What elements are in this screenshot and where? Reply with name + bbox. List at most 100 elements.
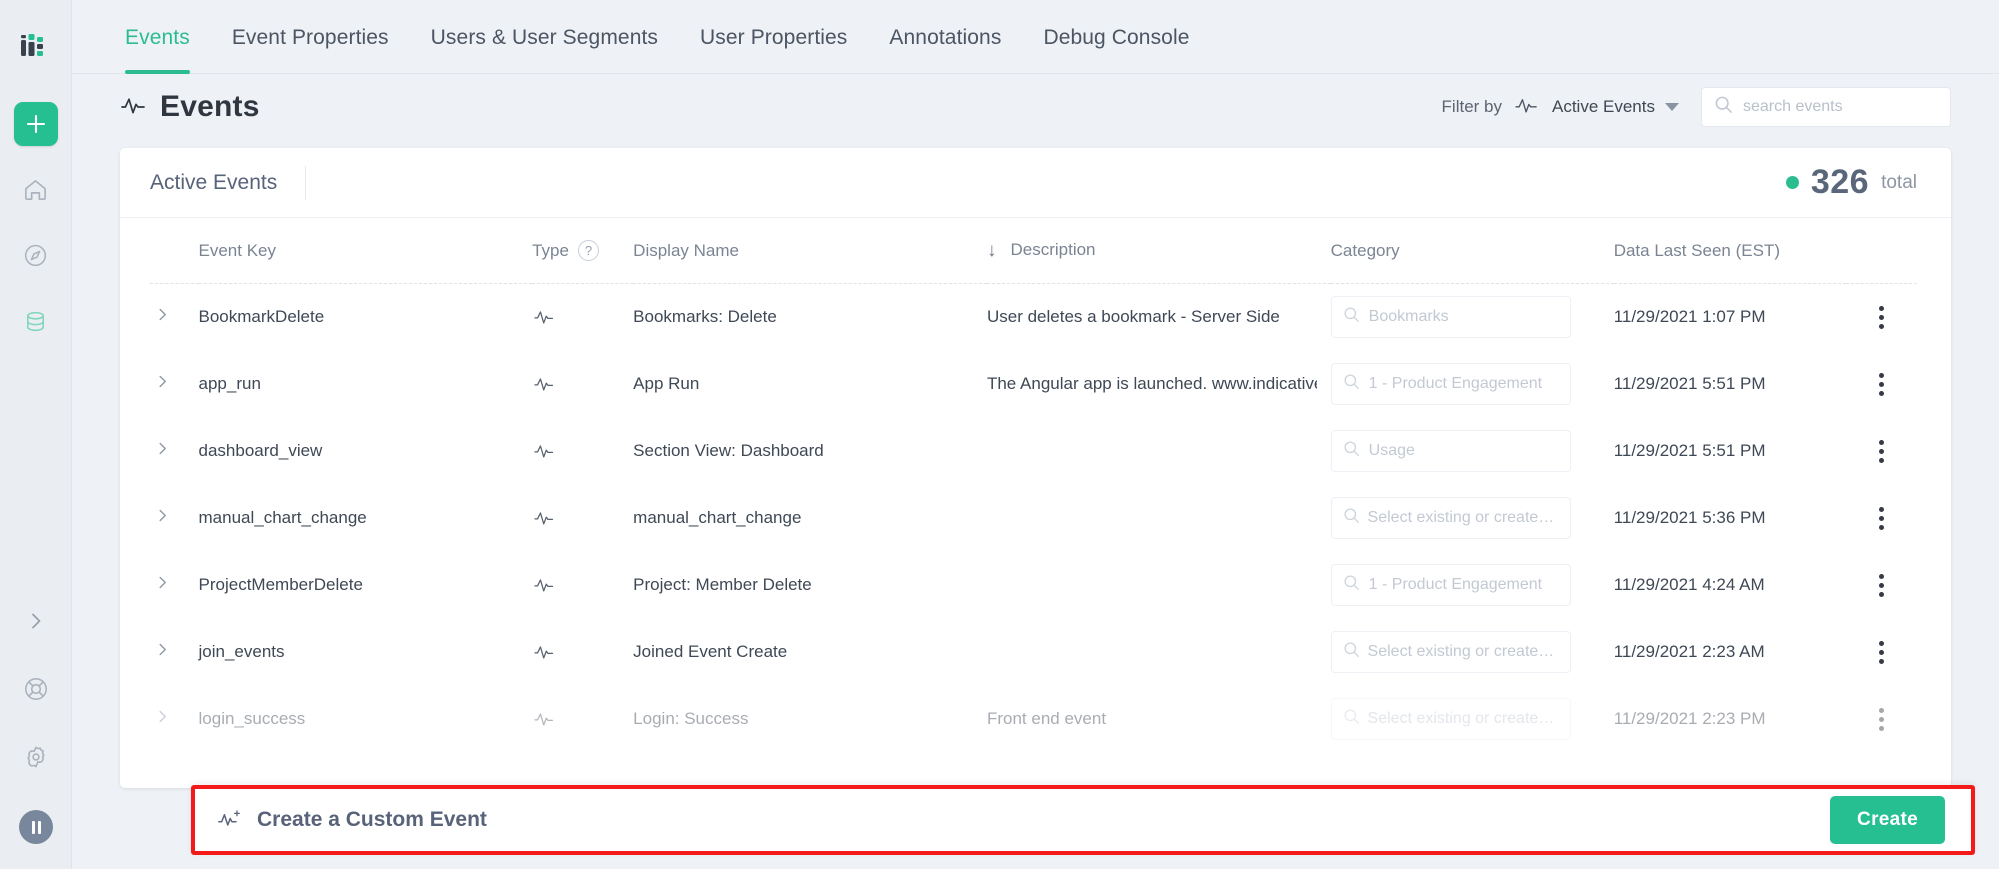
help-icon[interactable]: ? <box>577 240 599 261</box>
row-category-cell[interactable]: 1 - Product Engagement <box>1330 552 1614 619</box>
search-input[interactable] <box>1743 98 1938 116</box>
filter-value-dropdown[interactable]: Active Events <box>1552 97 1679 117</box>
row-category-cell[interactable]: 1 - Product Engagement <box>1330 351 1614 418</box>
th-data-last-seen[interactable]: Data Last Seen (EST) <box>1613 218 1847 284</box>
table-row[interactable]: app_run App Run The Angular app is launche… <box>150 351 1917 418</box>
category-input[interactable]: Bookmarks <box>1330 296 1571 339</box>
search-events-box[interactable] <box>1701 87 1951 127</box>
chevron-right-icon[interactable] <box>150 440 171 462</box>
row-actions-cell[interactable] <box>1846 284 1917 351</box>
row-actions-cell[interactable] <box>1846 619 1917 686</box>
chevron-right-icon[interactable] <box>150 306 171 328</box>
th-description[interactable]: ↓ Description <box>986 218 1331 284</box>
events-table-scroll[interactable]: Event Key Type ? Display Name ↓ Descript… <box>120 218 1951 788</box>
row-category-cell[interactable]: Select existing or create new <box>1330 485 1614 552</box>
tab-event-properties[interactable]: Event Properties <box>211 0 410 74</box>
sidebar-item-expand[interactable] <box>16 603 56 643</box>
tab-debug-console[interactable]: Debug Console <box>1022 0 1210 74</box>
search-icon <box>1343 440 1360 462</box>
category-input[interactable]: Select existing or create new <box>1330 698 1571 740</box>
th-category[interactable]: Category <box>1330 218 1614 284</box>
row-actions-cell[interactable] <box>1846 552 1917 619</box>
data-last-seen-value: 11/29/2021 1:07 PM <box>1613 307 1766 327</box>
table-row[interactable]: ProjectMemberDelete Project: Member Delet… <box>150 552 1917 619</box>
category-input[interactable]: Select existing or create new <box>1330 497 1571 539</box>
home-icon <box>22 176 49 208</box>
table-row[interactable]: dashboard_view Section View: Dashboard Usa… <box>150 418 1917 485</box>
th-event-key[interactable]: Event Key <box>198 218 533 284</box>
kebab-menu-icon[interactable] <box>1846 506 1917 530</box>
display-name-value: Login: Success <box>633 709 749 728</box>
chevron-right-icon[interactable] <box>150 641 171 663</box>
total-label: total <box>1881 171 1917 193</box>
row-actions-cell[interactable] <box>1846 418 1917 485</box>
row-data-last-seen-cell: 11/29/2021 2:23 AM <box>1614 619 1847 686</box>
table-row[interactable]: join_events Joined Event Create Select exi… <box>150 619 1917 686</box>
row-expand-cell[interactable] <box>150 485 199 552</box>
row-expand-cell[interactable] <box>150 686 199 753</box>
sidebar-item-data[interactable] <box>16 304 56 344</box>
table-row[interactable]: manual_chart_change manual_chart_change Se… <box>150 485 1917 552</box>
tab-annotations[interactable]: Annotations <box>868 0 1022 74</box>
table-row[interactable]: BookmarkDelete Bookmarks: Delete User dele… <box>150 284 1917 351</box>
tab-events[interactable]: Events <box>104 0 211 74</box>
row-expand-cell[interactable] <box>150 418 199 485</box>
active-events-label: Active Events <box>150 165 307 200</box>
row-expand-cell[interactable] <box>150 351 199 418</box>
kebab-menu-icon[interactable] <box>1846 439 1917 463</box>
kebab-menu-icon[interactable] <box>1846 305 1917 329</box>
chevron-right-icon[interactable] <box>150 373 171 395</box>
tab-user-properties[interactable]: User Properties <box>679 0 868 74</box>
category-input[interactable]: Select existing or create new <box>1330 631 1571 673</box>
sidebar-item-support[interactable] <box>16 671 56 711</box>
row-category-cell[interactable]: Select existing or create new <box>1330 619 1614 686</box>
description-value: The Angular app is launched. www.indicat… <box>986 374 1317 393</box>
sidebar-item-explore[interactable] <box>16 238 56 278</box>
category-input[interactable]: Usage <box>1330 430 1571 472</box>
filter-value-label: Active Events <box>1552 97 1655 116</box>
sidebar-item-settings[interactable] <box>16 739 56 779</box>
kebab-menu-icon[interactable] <box>1846 707 1917 731</box>
row-actions-cell[interactable] <box>1846 686 1917 753</box>
tab-users-and-user-segments[interactable]: Users & User Segments <box>410 0 679 74</box>
table-row[interactable]: login_success Login: Success Front end eve… <box>150 686 1917 753</box>
th-display-name[interactable]: Display Name <box>633 218 987 284</box>
kebab-menu-icon[interactable] <box>1846 372 1917 396</box>
row-category-cell[interactable]: Usage <box>1330 418 1614 485</box>
row-category-cell[interactable]: Bookmarks <box>1330 284 1614 351</box>
sidebar-item-pause[interactable] <box>16 807 56 847</box>
row-actions-cell[interactable] <box>1846 485 1917 552</box>
th-type-label: Type <box>532 240 569 260</box>
th-type[interactable]: Type ? <box>532 218 634 284</box>
kebab-menu-icon[interactable] <box>1846 640 1917 664</box>
create-custom-event-group[interactable]: Create a Custom Event <box>217 807 487 834</box>
search-icon <box>1343 306 1360 328</box>
indicative-logo[interactable] <box>19 30 53 64</box>
total-count-group: 326 total <box>1785 163 1917 202</box>
chevron-right-icon[interactable] <box>150 507 171 529</box>
events-card: Active Events 326 total Event Key Type ?… <box>120 148 1951 788</box>
row-expand-cell[interactable] <box>150 552 199 619</box>
chevron-right-icon[interactable] <box>150 708 171 730</box>
kebab-menu-icon[interactable] <box>1846 573 1917 597</box>
row-expand-cell[interactable] <box>150 619 199 686</box>
page-header: Events Filter by Active Events <box>72 74 1999 140</box>
search-icon <box>1343 708 1359 730</box>
sidebar-item-home[interactable] <box>16 172 56 212</box>
category-input[interactable]: 1 - Product Engagement <box>1330 363 1571 405</box>
event-key-value: join_events <box>198 642 285 661</box>
row-display-name-cell: manual_chart_change <box>633 485 987 552</box>
search-icon <box>1343 574 1360 596</box>
row-description-cell <box>987 485 1331 552</box>
data-last-seen-value: 11/29/2021 2:23 PM <box>1613 709 1766 728</box>
chevron-right-icon[interactable] <box>150 574 171 596</box>
row-actions-cell[interactable] <box>1846 351 1917 418</box>
create-button[interactable]: Create <box>1830 796 1945 844</box>
left-sidebar <box>0 0 72 869</box>
row-category-cell[interactable]: Select existing or create new <box>1330 686 1614 753</box>
sidebar-item-add[interactable] <box>13 102 58 146</box>
category-input[interactable]: 1 - Product Engagement <box>1330 564 1571 606</box>
row-expand-cell[interactable] <box>150 284 199 351</box>
row-event-key-cell: BookmarkDelete <box>199 284 533 351</box>
row-data-last-seen-cell: 11/29/2021 5:51 PM <box>1614 418 1847 485</box>
